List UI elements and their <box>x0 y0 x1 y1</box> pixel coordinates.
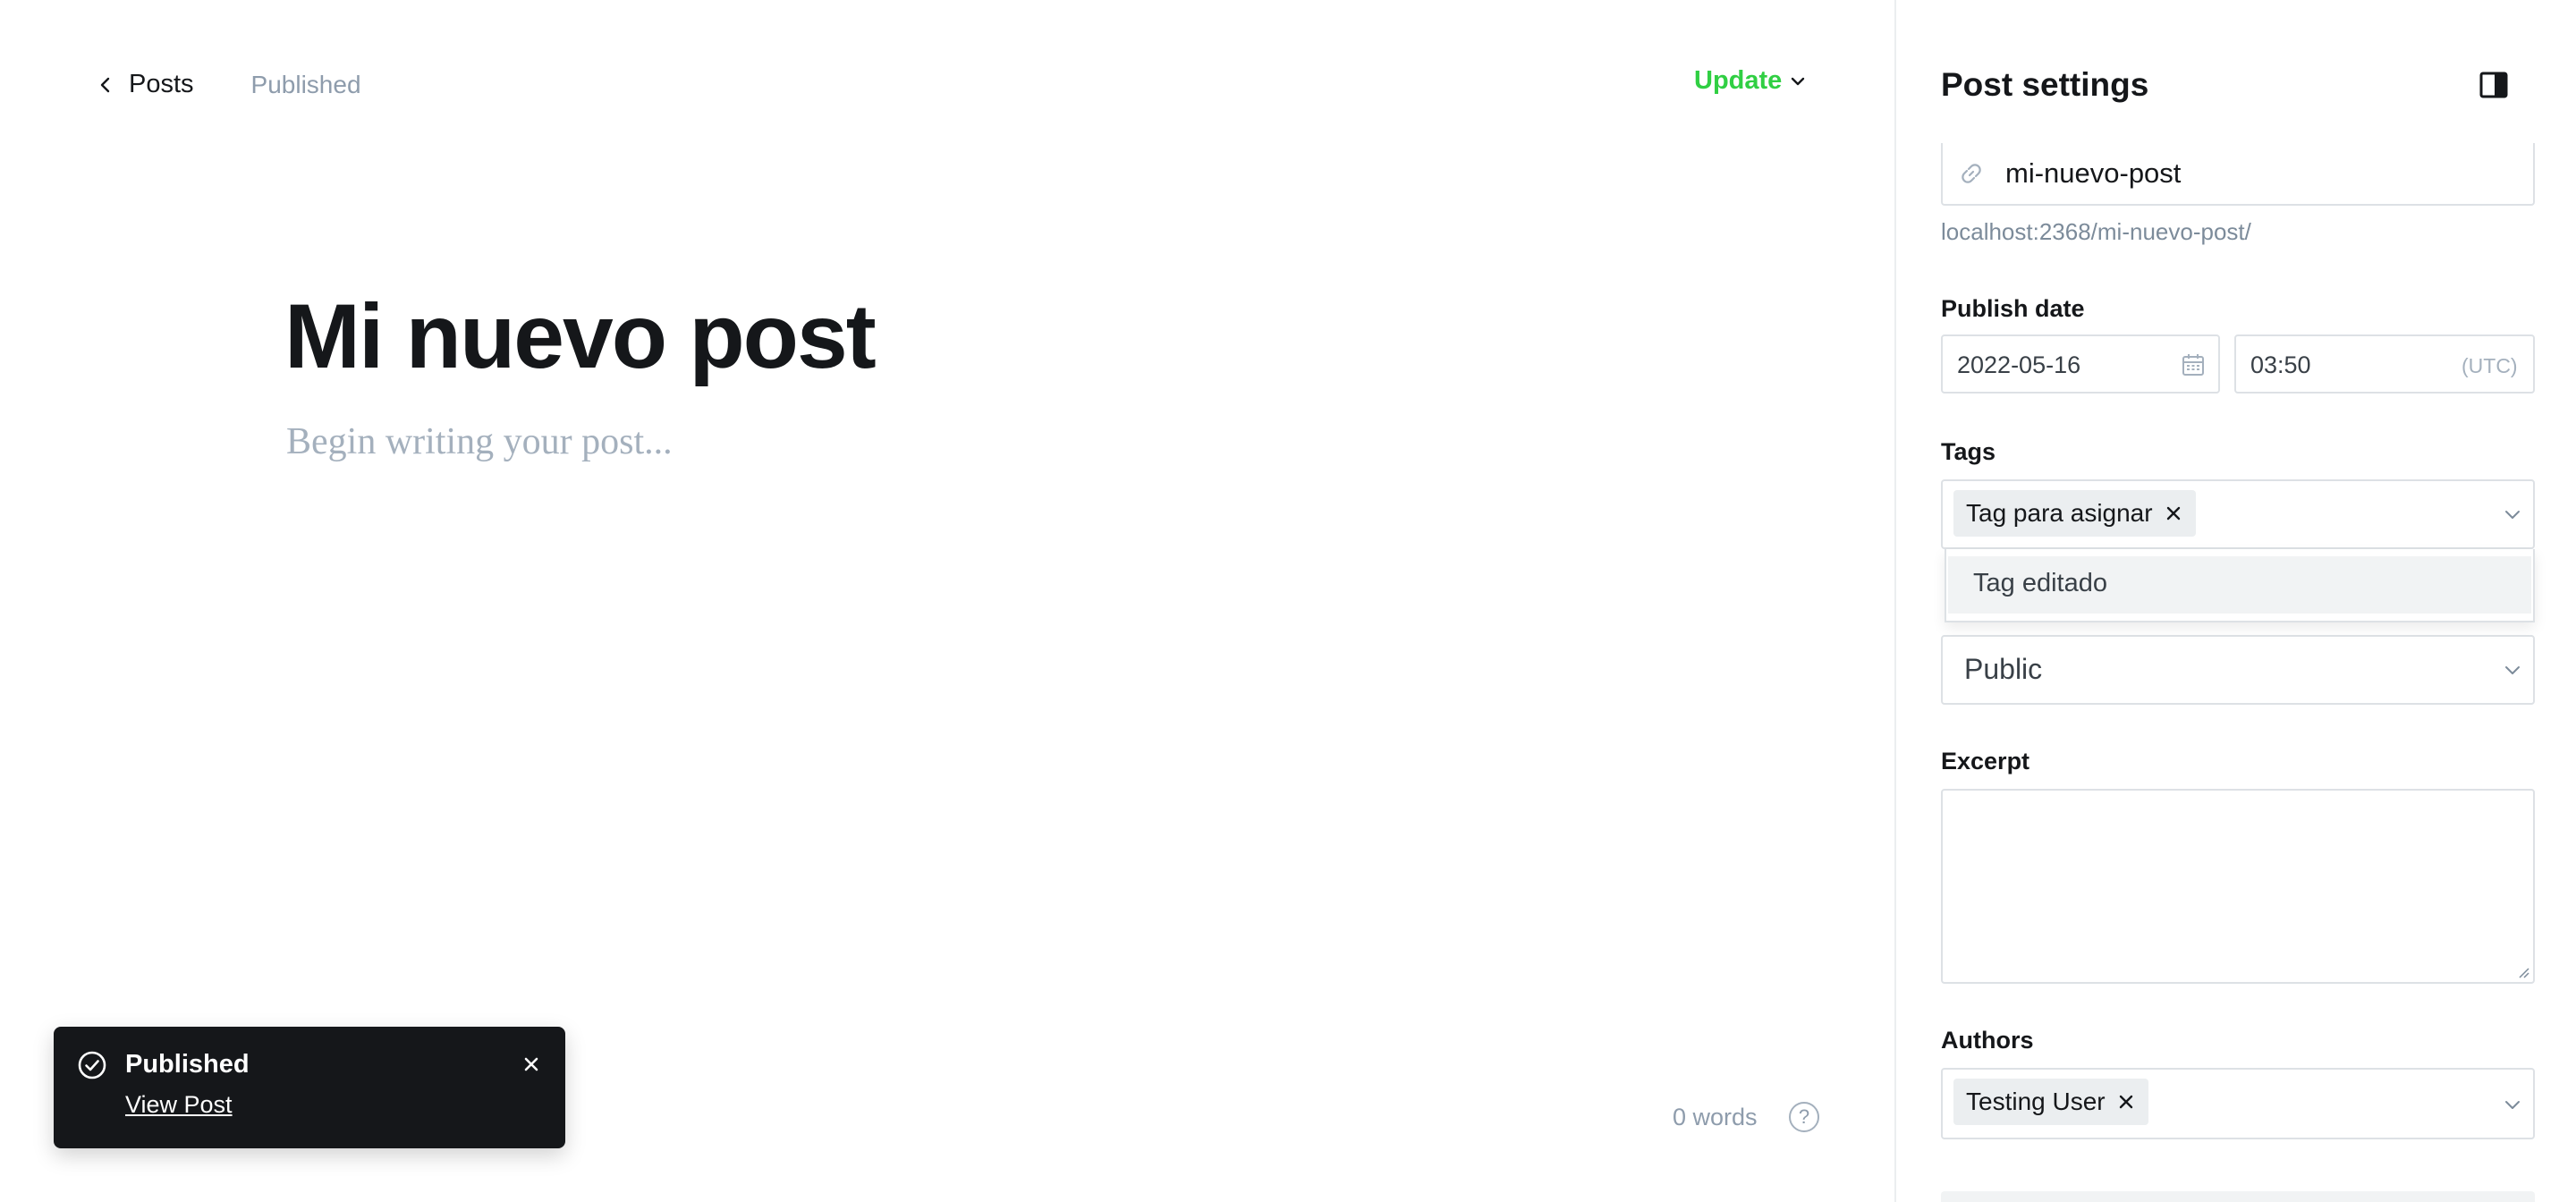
publish-time-value: 03:50 <box>2250 351 2311 378</box>
publish-date-input[interactable]: 2022-05-16 <box>1941 334 2220 394</box>
editor-topbar: Posts Published <box>97 70 361 99</box>
post-url-input[interactable]: mi-nuevo-post <box>1941 143 2535 206</box>
tag-token: Tag para asignar <box>1953 490 2196 537</box>
chevron-down-icon <box>1792 77 1805 85</box>
excerpt-label: Excerpt <box>1941 748 2030 775</box>
chevron-down-icon[interactable] <box>2503 504 2522 524</box>
check-circle-icon <box>78 1051 106 1079</box>
tags-label: Tags <box>1941 438 1996 465</box>
resize-grip-icon[interactable] <box>2515 964 2529 978</box>
author-token-label: Testing User <box>1966 1088 2106 1115</box>
update-button[interactable]: Update <box>1694 66 1807 96</box>
close-icon[interactable] <box>521 1054 542 1075</box>
toast-title: Published <box>125 1050 250 1079</box>
word-count: 0 words <box>1673 1104 1758 1130</box>
view-post-link[interactable]: View Post <box>125 1091 233 1119</box>
chevron-down-icon[interactable] <box>2503 1095 2522 1114</box>
tag-token-label: Tag para asignar <box>1966 499 2153 527</box>
remove-author-icon[interactable] <box>2118 1094 2134 1110</box>
calendar-icon[interactable] <box>2181 352 2206 377</box>
editor-pane: Posts Published Update Mi nuevo post Beg… <box>0 0 1894 1202</box>
post-settings-sidebar: Post settings mi-nuevo-post localhost:23… <box>1894 0 2576 1202</box>
visibility-select[interactable]: Public <box>1941 635 2535 705</box>
remove-tag-icon[interactable] <box>2165 505 2182 521</box>
sidebar-title: Post settings <box>1941 66 2149 103</box>
next-section-stub <box>1941 1191 2535 1202</box>
back-to-posts-link[interactable]: Posts <box>97 70 194 99</box>
link-icon <box>1962 164 1981 183</box>
post-status: Published <box>250 70 361 98</box>
tags-dropdown-option[interactable]: Tag editado <box>1948 556 2531 614</box>
post-url-preview: localhost:2368/mi-nuevo-post/ <box>1941 218 2251 245</box>
chevron-left-icon <box>100 77 110 92</box>
help-icon[interactable]: ? <box>1789 1102 1819 1132</box>
sidebar-toggle-icon[interactable] <box>2479 72 2508 98</box>
post-title[interactable]: Mi nuevo post <box>284 284 877 389</box>
back-link-label: Posts <box>129 70 194 98</box>
publish-date-label: Publish date <box>1941 295 2085 322</box>
post-url-value: mi-nuevo-post <box>2005 157 2182 189</box>
excerpt-textarea[interactable] <box>1941 789 2535 984</box>
post-body-editor[interactable]: Begin writing your post... <box>286 420 673 463</box>
update-button-label: Update <box>1694 66 1783 95</box>
publish-time-input[interactable]: 03:50 (UTC) <box>2234 334 2535 394</box>
notification-toast: Published View Post <box>54 1027 565 1148</box>
chevron-down-icon <box>2505 666 2520 674</box>
publish-date-value: 2022-05-16 <box>1957 351 2081 378</box>
tags-input[interactable]: Tag para asignar <box>1941 479 2535 549</box>
authors-label: Authors <box>1941 1027 2034 1054</box>
authors-input[interactable]: Testing User <box>1941 1068 2535 1139</box>
tags-dropdown: Tag editado <box>1945 549 2535 622</box>
visibility-value: Public <box>1964 653 2043 685</box>
author-token: Testing User <box>1953 1079 2148 1125</box>
timezone-label: (UTC) <box>2462 354 2518 377</box>
